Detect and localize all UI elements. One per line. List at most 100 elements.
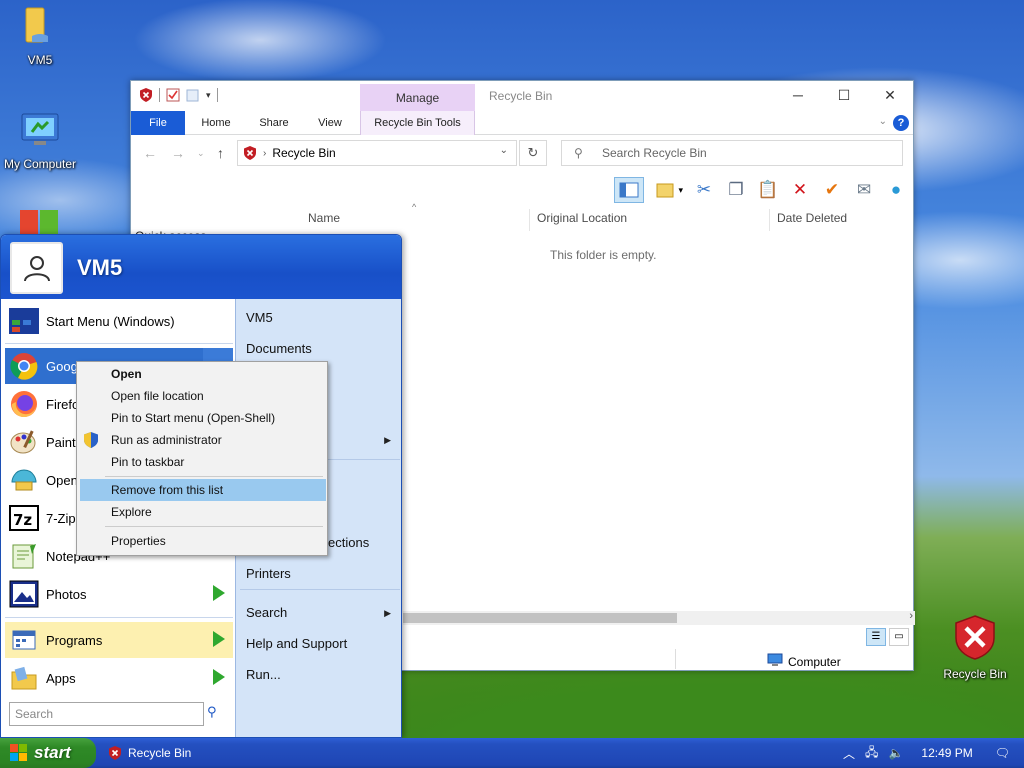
properties-check-icon[interactable]: ✔ — [821, 179, 843, 201]
ribbon-expand-icon[interactable]: ⌄ — [879, 116, 887, 127]
tab-recycle-bin-tools[interactable]: Recycle Bin Tools — [360, 111, 475, 135]
start-item-label: 7-Zip — [46, 510, 76, 526]
network-icon[interactable]: 🖧 — [865, 743, 878, 764]
navigation-pane-icon[interactable] — [614, 177, 645, 203]
start-item-photos[interactable]: Photos — [5, 576, 233, 612]
paste-icon[interactable]: 📋 — [757, 179, 779, 201]
qat-dropdown-icon[interactable]: ▾ — [206, 90, 211, 101]
start-item-label: Paint — [46, 434, 76, 450]
avatar[interactable] — [10, 242, 63, 294]
context-item-remove-from-list[interactable]: Remove from this list — [80, 479, 326, 501]
search-icon[interactable]: ⚲ — [207, 704, 223, 722]
maximize-button[interactable]: ☐ — [821, 81, 867, 111]
recent-dropdown-icon[interactable]: ⌄ — [197, 148, 205, 159]
tab-file[interactable]: File — [131, 111, 185, 135]
folder-options-icon[interactable] — [654, 179, 676, 201]
photos-icon — [8, 578, 40, 610]
minimize-button[interactable]: ─ — [775, 81, 821, 111]
scroll-right-icon[interactable]: › — [909, 610, 913, 622]
large-icons-view-icon[interactable]: ▭ — [889, 628, 909, 646]
context-item-properties[interactable]: Properties — [80, 530, 326, 552]
desktop-icon-vm5[interactable]: VM5 — [0, 6, 80, 67]
search-input[interactable]: ⚲ Search Recycle Bin — [561, 140, 903, 166]
help-icon[interactable]: ? — [893, 115, 909, 131]
horizontal-scrollbar[interactable]: › — [403, 610, 915, 625]
tab-view[interactable]: View — [307, 111, 353, 135]
details-view-icon[interactable]: ☰ — [866, 628, 886, 646]
forward-arrow-icon[interactable]: → — [171, 145, 185, 161]
scrollbar-thumb[interactable] — [403, 613, 677, 623]
notifications-icon[interactable]: 🗨 — [995, 746, 1010, 760]
up-arrow-icon[interactable]: ↑ — [217, 145, 224, 161]
context-item-open[interactable]: Open — [80, 363, 326, 385]
column-separator[interactable] — [529, 209, 530, 231]
tray-overflow-chevron-icon[interactable]: ︿ — [843, 745, 855, 762]
copy-icon[interactable]: ❐ — [725, 179, 747, 201]
volume-icon[interactable]: 🔈 — [888, 746, 903, 760]
address-bar[interactable]: › Recycle Bin ⌄ — [237, 140, 517, 166]
cut-icon[interactable]: ✂ — [693, 179, 715, 201]
options-dropdown-icon[interactable]: ▾ — [678, 185, 683, 196]
status-separator — [675, 649, 676, 669]
right-item-search[interactable]: Search — [246, 605, 287, 620]
submenu-arrow-icon[interactable] — [213, 585, 225, 601]
submenu-arrow-icon[interactable] — [213, 631, 225, 647]
submenu-arrow-icon[interactable]: ▶ — [384, 435, 391, 446]
context-separator — [105, 476, 323, 477]
qat-separator — [216, 88, 218, 102]
start-item-label: Open — [46, 472, 78, 488]
submenu-arrow-icon[interactable]: ▶ — [384, 608, 391, 619]
start-item-start-menu-windows[interactable]: Start Menu (Windows) — [5, 303, 233, 339]
column-date-deleted[interactable]: Date Deleted — [777, 211, 847, 231]
right-item-printers[interactable]: Printers — [246, 566, 291, 581]
context-item-run-as-administrator[interactable]: Run as administrator — [80, 429, 326, 451]
computer-icon — [0, 110, 80, 153]
right-item-help-and-support[interactable]: Help and Support — [246, 636, 347, 651]
tab-home[interactable]: Home — [193, 111, 239, 135]
right-item-run[interactable]: Run... — [246, 667, 281, 682]
divider — [5, 343, 233, 344]
column-separator[interactable] — [769, 209, 770, 231]
delete-icon[interactable]: ✕ — [789, 179, 811, 201]
window-title: Recycle Bin — [489, 89, 553, 103]
column-name[interactable]: Name — [308, 211, 340, 231]
refresh-button[interactable]: ↻ — [519, 140, 547, 166]
start-search-input[interactable]: Search — [9, 702, 204, 726]
new-folder-icon[interactable] — [186, 88, 200, 102]
column-original-location[interactable]: Original Location — [537, 211, 627, 231]
taskbar-item-recycle-bin[interactable]: Recycle Bin — [108, 743, 191, 763]
context-separator — [105, 526, 323, 527]
right-item-documents[interactable]: Documents — [246, 341, 312, 356]
status-location: Computer — [767, 653, 841, 670]
tab-share[interactable]: Share — [251, 111, 297, 135]
taskbar-item-label: Recycle Bin — [128, 746, 192, 760]
start-button[interactable]: start — [0, 738, 96, 768]
divider — [240, 589, 400, 590]
desktop-icon-my-computer[interactable]: My Computer — [0, 110, 80, 171]
submenu-arrow-icon[interactable] — [213, 669, 225, 685]
status-location-label: Computer — [788, 654, 841, 669]
close-button[interactable]: ✕ — [867, 81, 913, 111]
properties-icon[interactable] — [166, 88, 180, 102]
address-dropdown-icon[interactable]: ⌄ — [500, 145, 508, 156]
context-item-explore[interactable]: Explore — [80, 501, 326, 523]
email-icon[interactable]: ✉ — [853, 179, 875, 201]
clock[interactable]: 12:49 PM — [921, 746, 972, 760]
address-row: ← → ⌄ ↑ › Recycle Bin ⌄ ↻ ⚲ Search Recyc… — [131, 135, 913, 171]
desktop-icon-recycle-bin[interactable]: Recycle Bin — [935, 614, 1015, 681]
back-arrow-icon[interactable]: ← — [143, 145, 157, 161]
right-item-vm5[interactable]: VM5 — [246, 310, 273, 325]
start-menu-icon — [8, 305, 40, 337]
empty-folder-message: This folder is empty. — [550, 248, 657, 262]
window-controls: ─ ☐ ✕ — [775, 81, 913, 111]
recycle-bin-small-icon — [243, 146, 257, 160]
globe-icon[interactable]: ● — [885, 179, 907, 201]
context-item-pin-to-start-menu[interactable]: Pin to Start menu (Open-Shell) — [80, 407, 326, 429]
tab-manage[interactable]: Manage — [360, 84, 475, 111]
firefox-icon — [8, 388, 40, 420]
start-item-programs[interactable]: Programs — [5, 622, 233, 658]
context-item-pin-to-taskbar[interactable]: Pin to taskbar — [80, 451, 326, 473]
context-item-open-file-location[interactable]: Open file location — [80, 385, 326, 407]
start-item-apps[interactable]: Apps — [5, 660, 233, 696]
right-item-network-connections[interactable]: ections — [328, 535, 369, 550]
